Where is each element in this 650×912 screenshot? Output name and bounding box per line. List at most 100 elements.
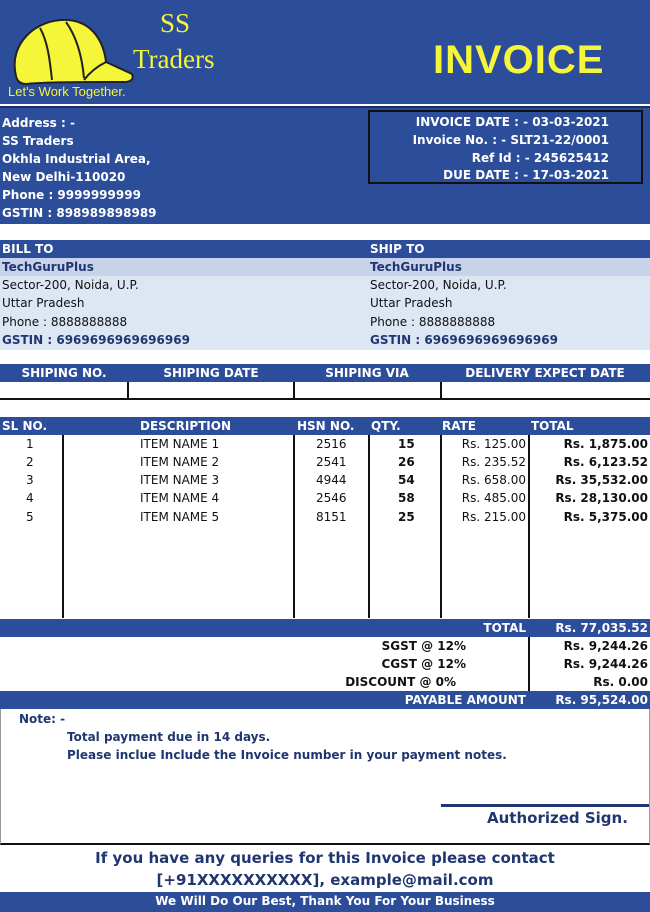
invoice-number: Invoice No. : - SLT21-22/0001 — [412, 133, 609, 147]
total-row: TOTAL Rs. 77,035.52 — [0, 619, 650, 637]
notes-section: Note: - Total payment due in 14 days. Pl… — [0, 709, 650, 845]
cap-icon — [13, 18, 134, 86]
note-line1: Total payment due in 14 days. — [67, 730, 271, 744]
table-row: 1 ITEM NAME 1 2516 15 Rs. 125.00 Rs. 1,8… — [0, 437, 650, 455]
shipping-date-header: SHIPING DATE — [163, 366, 259, 380]
footer-contact: [+91XXXXXXXXXX], example@mail.com — [156, 871, 494, 889]
total-value: Rs. 77,035.52 — [555, 621, 648, 635]
item-hsn: 2516 — [316, 437, 347, 451]
item-desc: ITEM NAME 3 — [140, 473, 220, 487]
ship-to-name: TechGuruPlus — [370, 260, 462, 274]
note-line2: Please inclue Include the Invoice number… — [67, 748, 507, 762]
item-qty: 54 — [398, 473, 415, 487]
ship-to-address2: Uttar Pradesh — [370, 296, 453, 310]
items-header: SL NO. DESCRIPTION HSN NO. QTY. RATE TOT… — [0, 417, 650, 435]
delivery-date-header: DELIVERY EXPECT DATE — [465, 366, 625, 380]
item-sl: 1 — [26, 437, 34, 451]
bill-to-phone: Phone : 8888888888 — [2, 315, 128, 329]
payable-value: Rs. 95,524.00 — [555, 693, 648, 707]
ship-to-label: SHIP TO — [370, 242, 425, 256]
shipping-header: SHIPING NO. SHIPING DATE SHIPING VIA DEL… — [0, 364, 650, 382]
discount-value: Rs. 0.00 — [593, 675, 648, 689]
table-row: 5 ITEM NAME 5 8151 25 Rs. 215.00 Rs. 5,3… — [0, 510, 650, 528]
item-sl: 5 — [26, 510, 34, 524]
note-label: Note: - — [19, 712, 66, 726]
item-qty: 25 — [398, 510, 415, 524]
item-sl: 3 — [26, 473, 34, 487]
sl-no-header: SL NO. — [2, 419, 48, 433]
sgst-value: Rs. 9,244.26 — [563, 639, 648, 653]
total-header: TOTAL — [531, 419, 574, 433]
item-hsn: 8151 — [316, 510, 347, 524]
item-qty: 26 — [398, 455, 415, 469]
item-rate: Rs. 215.00 — [461, 510, 526, 524]
shipping-via-header: SHIPING VIA — [325, 366, 409, 380]
bill-to-gstin: GSTIN : 6969696969696969 — [2, 333, 190, 347]
bill-name-row — [0, 258, 650, 276]
hsn-header: HSN NO. — [297, 419, 355, 433]
rate-header: RATE — [442, 419, 476, 433]
item-total: Rs. 5,375.00 — [563, 510, 648, 524]
company-tagline: Let's Work Together. — [8, 84, 126, 99]
item-desc: ITEM NAME 5 — [140, 510, 220, 524]
item-total: Rs. 1,875.00 — [563, 437, 648, 451]
item-rate: Rs. 125.00 — [461, 437, 526, 451]
invoice-title: INVOICE — [433, 38, 605, 82]
discount-label: DISCOUNT @ 0% — [345, 675, 456, 689]
cgst-label: CGST @ 12% — [381, 657, 466, 671]
table-row: 2 ITEM NAME 2 2541 26 Rs. 235.52 Rs. 6,1… — [0, 455, 650, 473]
bill-to-name: TechGuruPlus — [2, 260, 94, 274]
tax-rows: SGST @ 12% Rs. 9,244.26 CGST @ 12% Rs. 9… — [0, 637, 650, 691]
seller-city: New Delhi-110020 — [2, 170, 126, 184]
item-desc: ITEM NAME 1 — [140, 437, 220, 451]
sgst-label: SGST @ 12% — [381, 639, 466, 653]
total-label: TOTAL — [483, 621, 526, 635]
payable-row: PAYABLE AMOUNT Rs. 95,524.00 — [0, 691, 650, 709]
footer-banner: We Will Do Our Best, Thank You For Your … — [0, 892, 650, 912]
bill-to-label: BILL TO — [2, 242, 54, 256]
bill-to-address2: Uttar Pradesh — [2, 296, 85, 310]
ref-id: Ref Id : - 245625412 — [471, 151, 609, 165]
company-name-line2: Traders — [133, 44, 215, 74]
company-name-line1: SS — [160, 8, 191, 38]
ship-to-gstin: GSTIN : 6969696969696969 — [370, 333, 558, 347]
invoice-header: SS Traders Let's Work Together. INVOICE — [0, 0, 650, 104]
ship-to-phone: Phone : 8888888888 — [370, 315, 496, 329]
bill-to-address1: Sector-200, Noida, U.P. — [2, 278, 139, 292]
bill-ship-header: BILL TO SHIP TO — [0, 240, 650, 258]
seller-phone: Phone : 9999999999 — [2, 188, 141, 202]
item-rate: Rs. 658.00 — [461, 473, 526, 487]
item-qty: 15 — [398, 437, 415, 451]
item-sl: 4 — [26, 491, 34, 505]
item-rate: Rs. 235.52 — [461, 455, 526, 469]
signature-line — [441, 804, 649, 807]
seller-name: SS Traders — [2, 134, 74, 148]
footer-query: If you have any queries for this Invoice… — [95, 849, 555, 867]
item-total: Rs. 28,130.00 — [555, 491, 648, 505]
shipping-no-header: SHIPING NO. — [21, 366, 107, 380]
item-sl: 2 — [26, 455, 34, 469]
address-label: Address : - — [2, 116, 75, 130]
due-date: DUE DATE : - 17-03-2021 — [443, 168, 609, 182]
item-qty: 58 — [398, 491, 415, 505]
item-desc: ITEM NAME 4 — [140, 491, 220, 505]
cgst-value: Rs. 9,244.26 — [563, 657, 648, 671]
item-hsn: 2541 — [316, 455, 347, 469]
item-hsn: 4944 — [316, 473, 347, 487]
ship-to-address1: Sector-200, Noida, U.P. — [370, 278, 507, 292]
seller-street: Okhla Industrial Area, — [2, 152, 151, 166]
item-total: Rs. 6,123.52 — [563, 455, 648, 469]
item-rate: Rs. 485.00 — [461, 491, 526, 505]
item-total: Rs. 35,532.00 — [555, 473, 648, 487]
payable-label: PAYABLE AMOUNT — [404, 693, 526, 707]
item-desc: ITEM NAME 2 — [140, 455, 220, 469]
items-body: 1 ITEM NAME 1 2516 15 Rs. 125.00 Rs. 1,8… — [0, 435, 650, 618]
authorized-sign: Authorized Sign. — [487, 809, 628, 827]
table-row: 3 ITEM NAME 3 4944 54 Rs. 658.00 Rs. 35,… — [0, 473, 650, 491]
table-row: 4 ITEM NAME 4 2546 58 Rs. 485.00 Rs. 28,… — [0, 491, 650, 509]
invoice-meta-box: INVOICE DATE : - 03-03-2021 Invoice No. … — [368, 110, 643, 184]
shipping-values-row — [0, 382, 650, 400]
invoice-date: INVOICE DATE : - 03-03-2021 — [415, 115, 609, 129]
item-hsn: 2546 — [316, 491, 347, 505]
qty-header: QTY. — [371, 419, 401, 433]
